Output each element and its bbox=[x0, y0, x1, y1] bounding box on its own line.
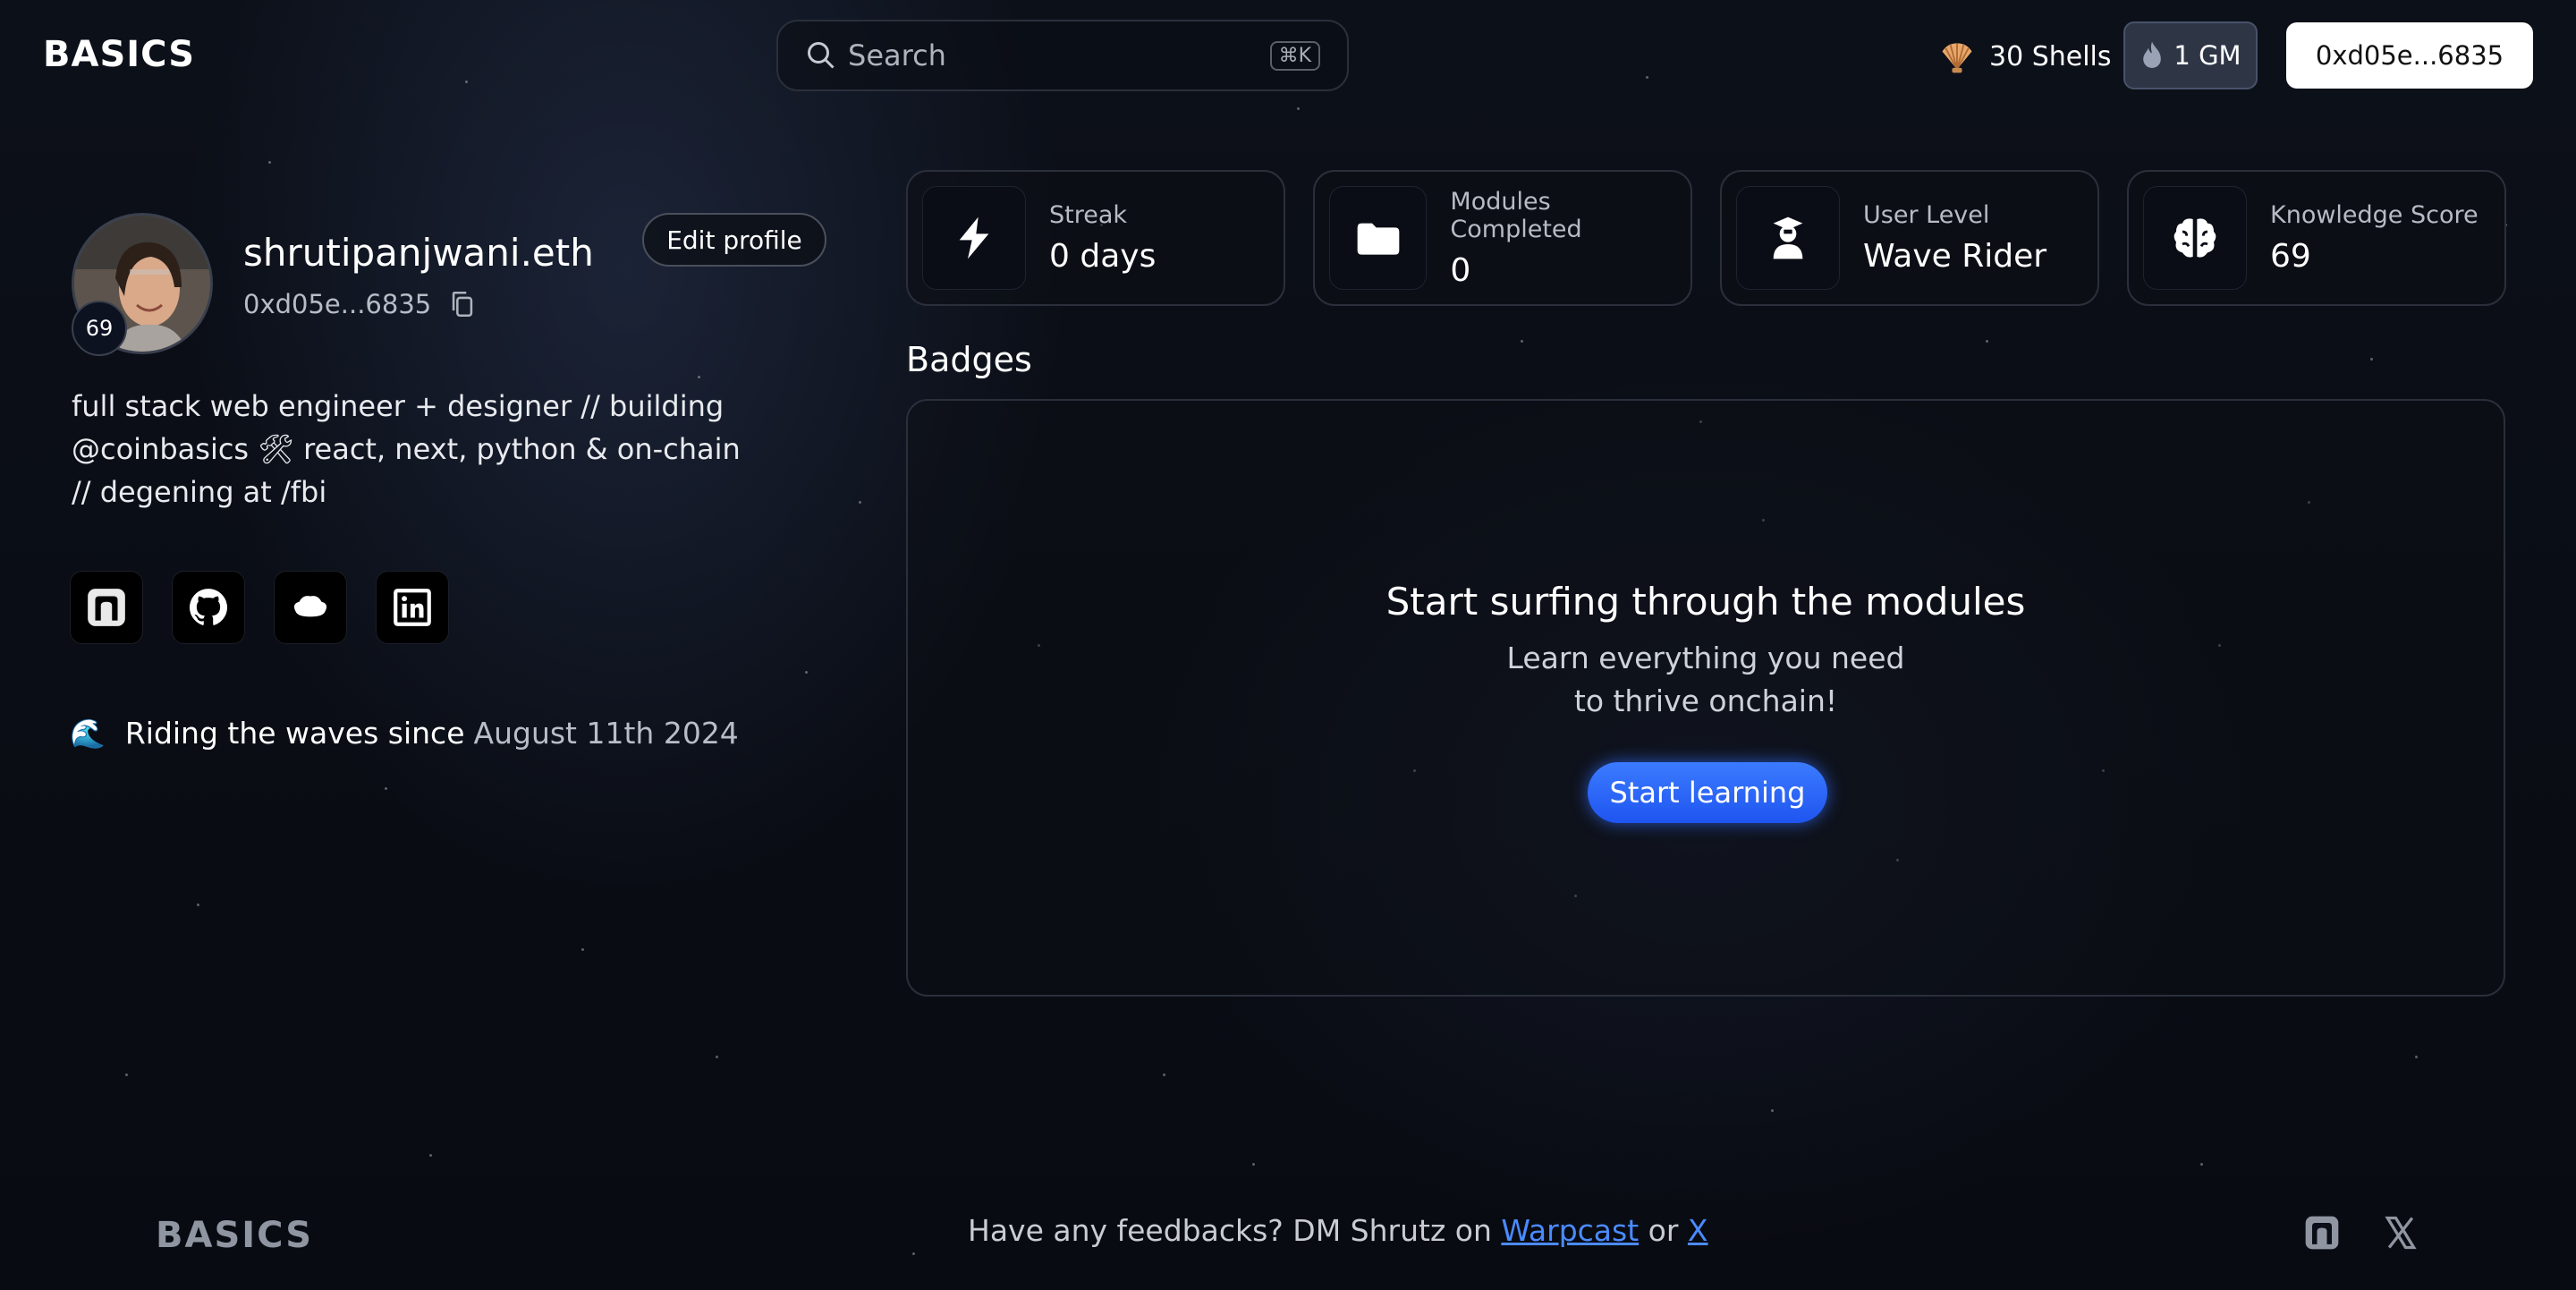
gm-label: 1 GM bbox=[2174, 40, 2241, 71]
shells-counter: 30 Shells bbox=[1937, 32, 2112, 81]
since-label: Riding the waves since bbox=[124, 716, 465, 751]
search-icon bbox=[808, 42, 835, 69]
footer-logo[interactable]: BASICS bbox=[156, 1215, 313, 1256]
empty-state-line-1: Learn everything you need bbox=[1506, 641, 1905, 675]
stat-label: Streak bbox=[1049, 201, 1128, 229]
lens-icon bbox=[293, 596, 327, 617]
graduate-icon bbox=[1773, 216, 1803, 259]
level-badge: 69 bbox=[72, 301, 127, 356]
github-link[interactable] bbox=[172, 571, 245, 644]
stat-icon-box bbox=[1329, 186, 1428, 290]
feedback-prefix: Have any feedbacks? DM Shrutz on bbox=[968, 1213, 1492, 1248]
feedback-text: Have any feedbacks? DM Shrutz on Warpcas… bbox=[968, 1213, 1708, 1248]
shell-icon bbox=[1942, 43, 1972, 73]
badges-title: Badges bbox=[906, 340, 1032, 379]
search-bar[interactable]: ⌘K bbox=[776, 20, 1349, 91]
username: shrutipanjwani.eth bbox=[243, 231, 594, 275]
edit-profile-button[interactable]: Edit profile bbox=[642, 213, 826, 267]
stat-streak: Streak 0 days bbox=[906, 170, 1285, 306]
stat-value: Wave Rider bbox=[1863, 238, 2047, 275]
linkedin-link[interactable] bbox=[376, 571, 449, 644]
farcaster-icon bbox=[88, 589, 125, 626]
stat-value: 0 bbox=[1450, 251, 1471, 289]
brain-icon bbox=[2174, 218, 2216, 258]
search-shortcut: ⌘K bbox=[1269, 40, 1320, 71]
folder-icon bbox=[1357, 223, 1400, 255]
feedback-or: or bbox=[1648, 1213, 1679, 1248]
since-date: August 11th 2024 bbox=[473, 716, 739, 751]
github-icon bbox=[190, 589, 227, 625]
farcaster-link[interactable] bbox=[70, 571, 143, 644]
warpcast-link[interactable]: Warpcast bbox=[1501, 1213, 1639, 1248]
stat-value: 0 days bbox=[1049, 238, 1157, 275]
stat-knowledge-score: Knowledge Score 69 bbox=[2127, 170, 2506, 306]
badges-panel: Start surfing through the modules Learn … bbox=[906, 399, 2505, 997]
lightning-icon bbox=[959, 216, 989, 259]
stat-value: 69 bbox=[2270, 238, 2311, 275]
empty-state-title: Start surfing through the modules bbox=[1385, 580, 2026, 624]
stat-label: User Level bbox=[1863, 201, 1990, 229]
shells-label: 30 Shells bbox=[1989, 40, 2112, 72]
stat-label: Knowledge Score bbox=[2270, 201, 2479, 229]
wave-icon: 🌊 bbox=[70, 716, 106, 751]
stat-icon-box bbox=[1736, 186, 1840, 290]
logo[interactable]: BASICS bbox=[43, 34, 195, 75]
empty-state-line-2: to thrive onchain! bbox=[1573, 683, 1838, 718]
x-link[interactable]: X bbox=[1688, 1213, 1708, 1248]
flame-icon bbox=[2143, 41, 2162, 68]
bio: full stack web engineer + designer // bu… bbox=[72, 389, 741, 509]
stat-user-level: User Level Wave Rider bbox=[1720, 170, 2099, 306]
stat-icon-box bbox=[922, 186, 1026, 290]
lens-link[interactable] bbox=[274, 571, 347, 644]
empty-state-subtitle: Learn everything you need to thrive onch… bbox=[908, 637, 2504, 723]
gm-button[interactable]: 1 GM bbox=[2123, 21, 2258, 89]
address-text: 0xd05e...6835 bbox=[243, 289, 432, 319]
stat-icon-box bbox=[2143, 186, 2247, 290]
start-learning-button[interactable]: Start learning bbox=[1588, 762, 1827, 823]
member-since: 🌊 Riding the waves since August 11th 202… bbox=[70, 716, 739, 751]
search-input[interactable] bbox=[848, 38, 1270, 72]
linkedin-icon bbox=[394, 589, 431, 626]
social-links bbox=[70, 571, 449, 644]
stat-modules-completed: Modules Completed 0 bbox=[1313, 170, 1692, 306]
copy-icon[interactable] bbox=[447, 288, 478, 320]
wallet-button[interactable]: 0xd05e...6835 bbox=[2286, 22, 2533, 89]
stat-label: Modules Completed bbox=[1450, 187, 1582, 243]
x-icon[interactable] bbox=[2381, 1213, 2420, 1252]
farcaster-icon[interactable] bbox=[2302, 1213, 2342, 1252]
profile-address: 0xd05e...6835 bbox=[243, 288, 478, 320]
